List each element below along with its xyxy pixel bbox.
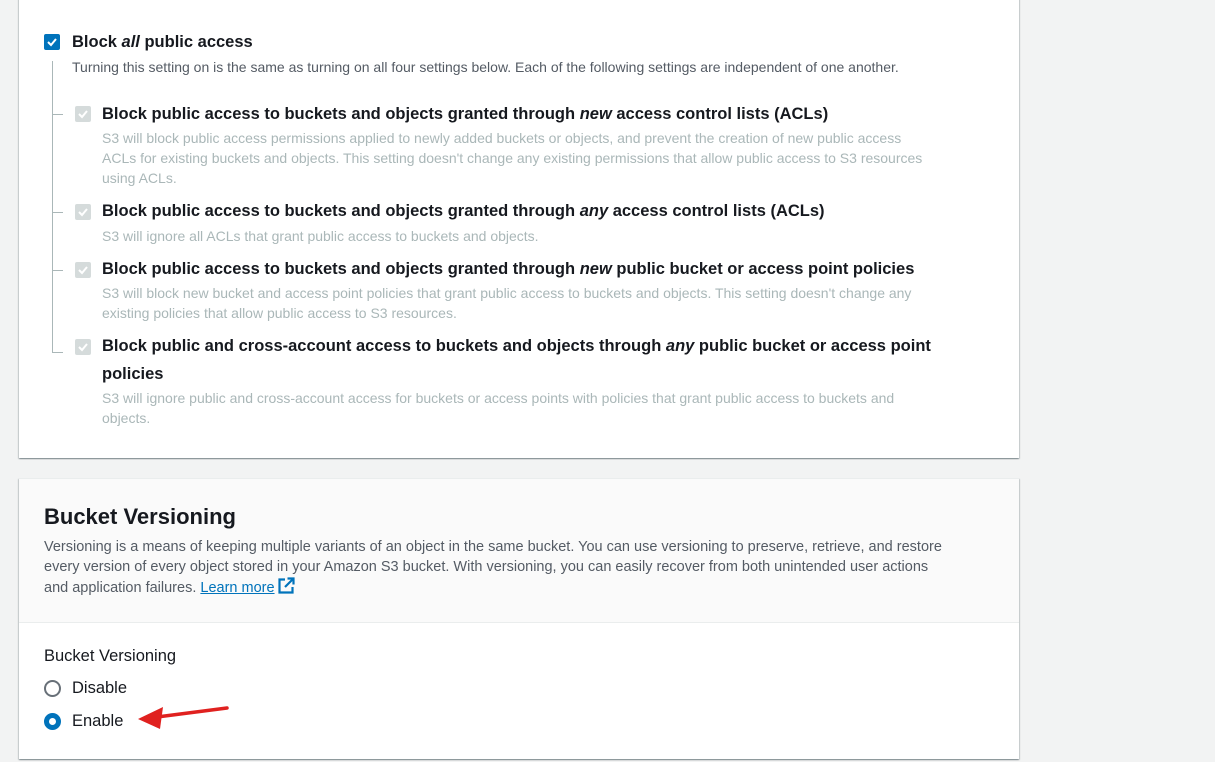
block-all-description: Turning this setting on is the same as t… — [72, 59, 899, 75]
red-arrow-annotation — [138, 706, 229, 729]
tree-branch — [52, 270, 63, 271]
checkmark-icon — [78, 110, 88, 119]
tree-branch — [52, 352, 63, 353]
block-any-acls-description: S3 will ignore all ACLs that grant publi… — [102, 228, 539, 244]
checkmark-icon — [78, 343, 88, 352]
block-new-acls-checkbox[interactable] — [75, 106, 91, 122]
block-new-acls-description: S3 will block public access permissions … — [102, 130, 923, 186]
block-any-policies-checkbox[interactable] — [75, 339, 91, 355]
block-new-acls-label[interactable]: Block public access to buckets and objec… — [102, 100, 982, 128]
checkmark-icon — [47, 38, 57, 47]
block-any-policies-label[interactable]: Block public and cross-account access to… — [102, 332, 982, 388]
versioning-description: Versioning is a means of keeping multipl… — [44, 539, 942, 596]
block-new-policies-checkbox[interactable] — [75, 262, 91, 278]
tree-branch — [52, 114, 63, 115]
tree-connector — [52, 61, 53, 353]
panel-header: Bucket Versioning Versioning is a means … — [19, 479, 1019, 623]
disable-radio[interactable] — [44, 680, 61, 697]
enable-radio[interactable] — [44, 713, 61, 730]
disable-radio-label[interactable]: Disable — [72, 677, 127, 699]
block-new-policies-description: S3 will block new bucket and access poin… — [102, 285, 912, 321]
tree-branch — [52, 212, 63, 213]
learn-more-link[interactable]: Learn more — [200, 580, 274, 596]
block-any-policies-description: S3 will ignore public and cross-account … — [102, 390, 895, 426]
checkmark-icon — [78, 208, 88, 217]
block-any-acls-label[interactable]: Block public access to buckets and objec… — [102, 197, 982, 225]
enable-radio-label[interactable]: Enable — [72, 710, 123, 732]
block-new-policies-label[interactable]: Block public access to buckets and objec… — [102, 255, 982, 283]
versioning-field-label: Bucket Versioning — [44, 647, 177, 665]
panel-heading: Bucket Versioning — [44, 504, 236, 529]
checkmark-icon — [78, 266, 88, 275]
external-link-icon[interactable] — [277, 577, 295, 595]
block-any-acls-checkbox[interactable] — [75, 204, 91, 220]
block-all-public-access-checkbox[interactable] — [44, 34, 60, 50]
block-all-public-access-label[interactable]: Block all public access — [72, 32, 253, 52]
